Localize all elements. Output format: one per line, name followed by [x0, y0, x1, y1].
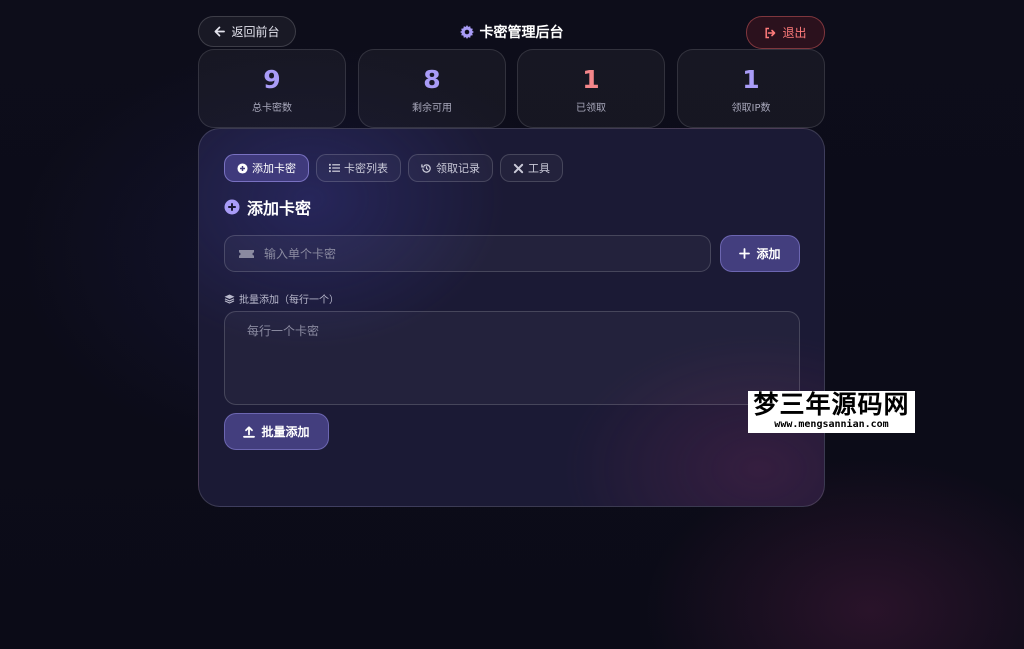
tab-label: 卡密列表 — [344, 162, 388, 175]
single-card-input[interactable] — [262, 245, 686, 262]
section-title: 添加卡密 — [224, 195, 311, 219]
page-title: 卡密管理后台 — [198, 22, 825, 42]
stat-value: 1 — [742, 65, 760, 94]
main-panel: 添加卡密 卡密列表 领取记录 工具 添加卡密 输入单个卡密 添加 批量添加（每行… — [198, 128, 825, 507]
upload-icon — [243, 425, 256, 438]
batch-add-button-label: 批量添加 — [261, 425, 310, 439]
tab-card-list[interactable]: 卡密列表 — [316, 154, 401, 182]
tab-label: 添加卡密 — [252, 162, 296, 175]
tab-claim-records[interactable]: 领取记录 — [408, 154, 493, 182]
site-watermark: 梦三年源码网 www.mengsannian.com — [748, 391, 915, 433]
stat-card-remaining: 8 剩余可用 — [358, 49, 506, 128]
history-icon — [421, 163, 432, 174]
gear-icon — [459, 25, 474, 39]
watermark-url: www.mengsannian.com — [774, 419, 889, 430]
add-button-label: 添加 — [756, 247, 781, 261]
tab-tools[interactable]: 工具 — [500, 154, 563, 182]
ticket-icon — [239, 249, 254, 259]
section-title-text: 添加卡密 — [247, 199, 312, 218]
tools-icon — [513, 163, 524, 174]
stat-label: 总卡密数 — [252, 103, 292, 114]
add-button[interactable]: 添加 — [720, 235, 800, 272]
watermark-title: 梦三年源码网 — [753, 390, 910, 419]
plus-icon — [739, 248, 751, 259]
plus-circle-icon — [237, 162, 248, 174]
top-bar: 返回前台 卡密管理后台 退出 — [198, 16, 825, 49]
batch-add-label: 批量添加（每行一个） — [224, 291, 339, 306]
stat-value: 1 — [582, 65, 600, 94]
batch-add-label-text: 批量添加（每行一个） — [239, 295, 339, 306]
stat-card-claimed: 1 已领取 — [517, 49, 665, 128]
page-title-text: 卡密管理后台 — [479, 25, 564, 41]
tab-label: 工具 — [528, 162, 550, 175]
batch-cards-textarea[interactable] — [224, 311, 800, 405]
stat-label: 剩余可用 — [412, 103, 452, 114]
logout-label: 退出 — [782, 26, 807, 40]
stat-value: 8 — [423, 65, 441, 94]
layers-icon — [224, 293, 235, 304]
stat-label: 已领取 — [576, 103, 606, 114]
sign-out-icon — [764, 27, 776, 39]
tab-add-card[interactable]: 添加卡密 — [224, 154, 309, 182]
tab-bar: 添加卡密 卡密列表 领取记录 工具 — [224, 154, 563, 182]
logout-button[interactable]: 退出 — [746, 16, 825, 49]
plus-circle-icon — [224, 199, 240, 215]
tab-label: 领取记录 — [436, 162, 480, 175]
stat-label: 领取IP数 — [731, 103, 771, 114]
single-card-field — [224, 235, 711, 272]
stat-value: 9 — [263, 65, 281, 94]
stat-card-claim-ips: 1 领取IP数 — [677, 49, 825, 128]
stat-card-total: 9 总卡密数 — [198, 49, 346, 128]
list-icon — [329, 163, 340, 173]
batch-add-button[interactable]: 批量添加 — [224, 413, 329, 450]
